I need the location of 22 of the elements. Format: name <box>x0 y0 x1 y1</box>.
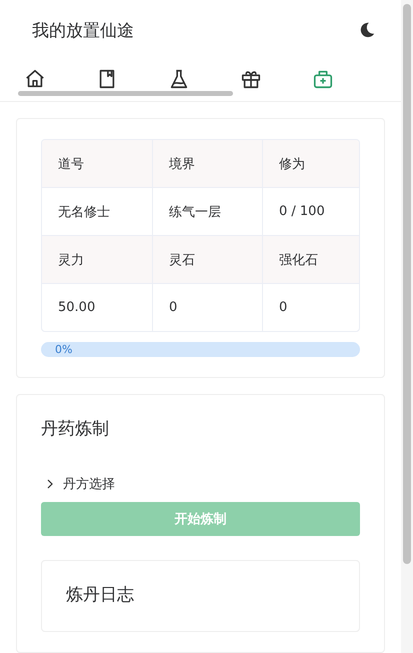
header-cell: 境界 <box>152 140 262 187</box>
medkit-tab[interactable] <box>312 68 334 90</box>
header-cell-text: 道号 <box>57 156 85 174</box>
header-cell: 强化石 <box>262 236 359 283</box>
section-title: 丹药炼制 <box>41 418 110 440</box>
table-cell-text: 无名修士 <box>57 204 111 222</box>
header-cell: 修为 <box>262 140 359 187</box>
table-cell: 0 <box>152 284 262 331</box>
log-title: 炼丹日志 <box>66 584 135 606</box>
scrollbar[interactable] <box>403 4 411 564</box>
table-cell: 0 <box>262 284 359 331</box>
progress-label: 0% <box>55 342 72 357</box>
header-cell: 灵石 <box>152 236 262 283</box>
moon-icon[interactable] <box>358 21 376 39</box>
flask-tab[interactable] <box>168 68 190 90</box>
table-cell-text: 50.00 <box>57 299 96 317</box>
header-cell-text: 灵力 <box>57 252 85 270</box>
scrollbar[interactable] <box>18 91 233 96</box>
recipe-collapse[interactable]: 丹方选择 <box>41 474 115 494</box>
chevron-icon <box>45 479 55 489</box>
home-tab[interactable] <box>24 68 46 90</box>
app-title: 我的放置仙途 <box>32 20 134 42</box>
